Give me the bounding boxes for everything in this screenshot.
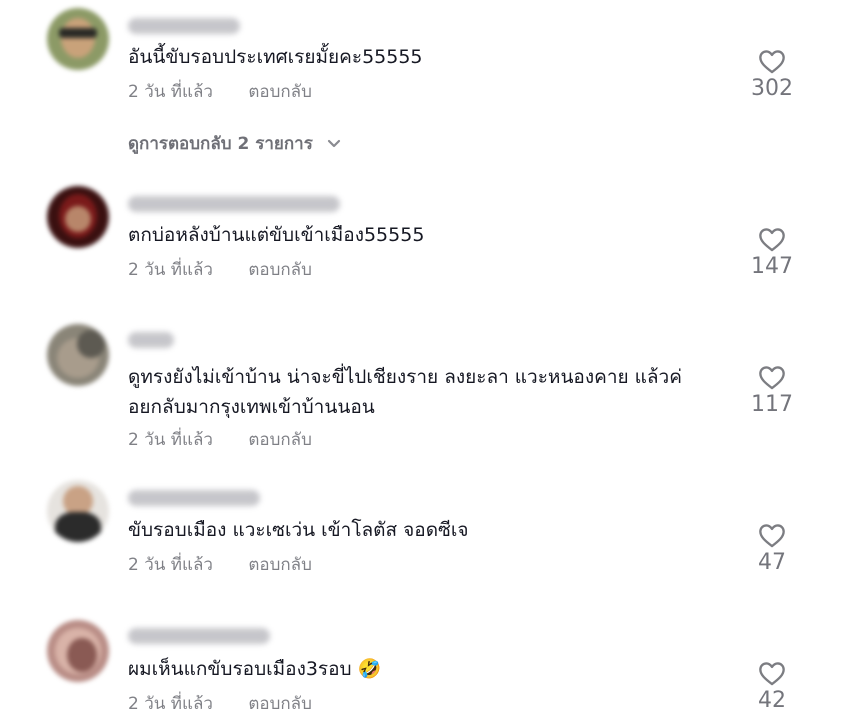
avatar[interactable]: [47, 324, 109, 386]
comment-time: 2 วัน ที่แล้ว: [128, 260, 213, 280]
username-blurred[interactable]: [128, 196, 340, 212]
comment-meta: 2 วัน ที่แล้ว ตอบกลับ: [128, 690, 312, 717]
comment-time: 2 วัน ที่แล้ว: [128, 694, 213, 714]
comment-meta: 2 วัน ที่แล้ว ตอบกลับ: [128, 426, 312, 453]
comment-meta: 2 วัน ที่แล้ว ตอบกลับ: [128, 551, 312, 578]
heart-outline-icon[interactable]: [758, 364, 786, 390]
avatar[interactable]: [47, 8, 109, 70]
view-replies-button[interactable]: ดูการตอบกลับ 2 รายการ: [128, 130, 341, 157]
heart-outline-icon[interactable]: [758, 660, 786, 686]
like-count: 302: [751, 76, 793, 101]
comment-time: 2 วัน ที่แล้ว: [128, 82, 213, 102]
comment-text-continued: อยกลับมากรุงเทพเข้าบ้านนอน: [128, 396, 375, 418]
reply-button[interactable]: ตอบกลับ: [248, 555, 312, 575]
comment-time: 2 วัน ที่แล้ว: [128, 555, 213, 575]
username-blurred[interactable]: [128, 18, 240, 34]
rofl-emoji: 🤣: [357, 658, 382, 680]
like-count: 147: [751, 254, 793, 279]
username-blurred[interactable]: [128, 628, 270, 644]
heart-outline-icon[interactable]: [758, 226, 786, 252]
reply-button[interactable]: ตอบกลับ: [248, 260, 312, 280]
comment-text: ดูทรงยังไม่เข้าบ้าน น่าจะขี่ไปเชียงราย ล…: [128, 366, 682, 388]
avatar[interactable]: [47, 186, 109, 248]
reply-button[interactable]: ตอบกลับ: [248, 430, 312, 450]
comment-text: อันนี้ขับรอบประเทศเรยมั้ยคะ55555: [128, 46, 423, 68]
like-group: 42: [742, 660, 802, 713]
comment-text-content: ผมเห็นแกขับรอบเมือง3รอบ: [128, 658, 352, 680]
like-group: 117: [742, 364, 802, 417]
chevron-down-icon: [327, 139, 340, 148]
like-count: 117: [751, 392, 793, 417]
comment-meta: 2 วัน ที่แล้ว ตอบกลับ: [128, 256, 312, 283]
comment-meta: 2 วัน ที่แล้ว ตอบกลับ: [128, 78, 312, 105]
like-group: 147: [742, 226, 802, 279]
view-replies-label: ดูการตอบกลับ 2 รายการ: [128, 134, 313, 154]
username-blurred[interactable]: [128, 490, 260, 506]
like-count: 42: [758, 688, 786, 713]
username-blurred[interactable]: [128, 332, 174, 348]
heart-outline-icon[interactable]: [758, 522, 786, 548]
heart-outline-icon[interactable]: [758, 48, 786, 74]
reply-button[interactable]: ตอบกลับ: [248, 694, 312, 714]
comment-text: ขับรอบเมือง แวะเซเว่น เข้าโลตัส จอดซีเจ: [128, 519, 469, 541]
like-group: 47: [742, 522, 802, 575]
avatar[interactable]: [47, 480, 109, 542]
comment-text: ตกบ่อหลังบ้านแต่ขับเข้าเมือง55555: [128, 224, 425, 246]
like-group: 302: [742, 48, 802, 101]
avatar[interactable]: [47, 620, 109, 682]
comment-time: 2 วัน ที่แล้ว: [128, 430, 213, 450]
comment-text: ผมเห็นแกขับรอบเมือง3รอบ 🤣: [128, 654, 381, 684]
reply-button[interactable]: ตอบกลับ: [248, 82, 312, 102]
like-count: 47: [758, 550, 786, 575]
